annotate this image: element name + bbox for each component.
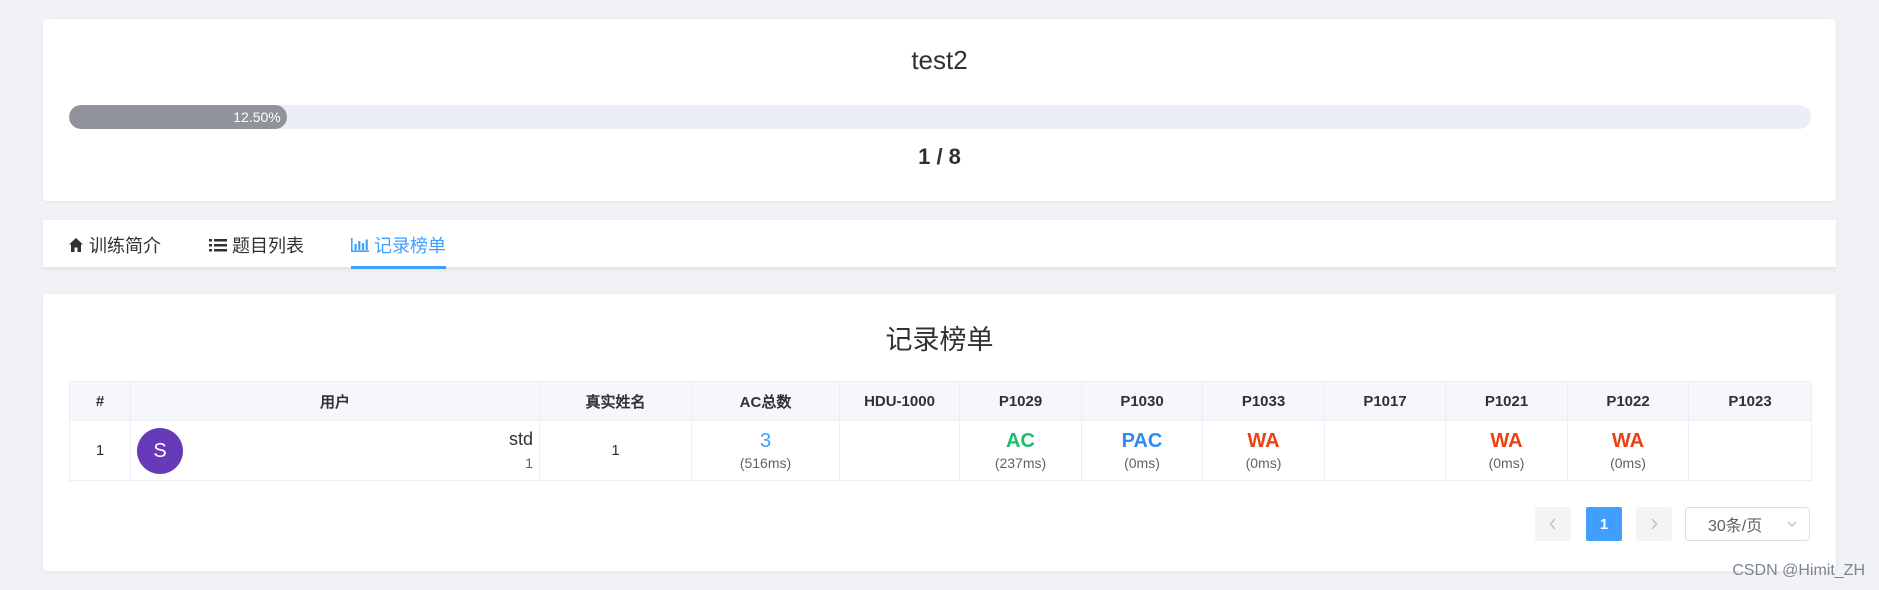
next-page-button[interactable]: [1636, 507, 1672, 541]
tab-problem-list-label: 题目列表: [232, 235, 304, 256]
progress-percent-label: 12.50%: [233, 109, 281, 125]
tab-intro[interactable]: 训练简介: [68, 220, 161, 269]
column-header-problem[interactable]: P1022: [1567, 381, 1689, 421]
column-header-rank: #: [69, 381, 131, 421]
problem-time: (0ms): [1488, 454, 1525, 471]
page-number-button[interactable]: 1: [1586, 507, 1622, 541]
problem-status-cell: WA (0ms): [1567, 420, 1689, 481]
progress-bar: 12.50%: [69, 105, 1811, 129]
progress-count: 1 / 8: [918, 144, 961, 169]
rank-card: 记录榜单 # 用户 真实姓名 AC总数 HDU-1000 P1029 P1030…: [43, 294, 1836, 571]
column-header-problem[interactable]: P1023: [1688, 381, 1812, 421]
problem-status-cell: WA (0ms): [1202, 420, 1325, 481]
active-tab-indicator: [351, 266, 446, 269]
rank-number: 1: [69, 420, 131, 481]
ac-total-cell: 3 (516ms): [691, 420, 840, 481]
column-header-ac-total: AC总数: [691, 381, 840, 421]
column-header-problem[interactable]: P1017: [1324, 381, 1446, 421]
tab-record-rank[interactable]: 记录榜单: [351, 220, 446, 269]
page-size-value: 30条/页: [1708, 518, 1763, 535]
username-link[interactable]: std: [509, 429, 533, 450]
tab-problem-list[interactable]: 题目列表: [209, 220, 304, 269]
ac-total-time: (516ms): [739, 454, 792, 471]
chevron-left-icon: [1549, 518, 1556, 530]
home-icon: [68, 237, 84, 253]
problem-status: WA: [1247, 429, 1280, 452]
progress-fill: 12.50%: [69, 105, 287, 129]
problem-time: (237ms): [994, 454, 1047, 471]
list-icon: [209, 237, 227, 253]
watermark: CSDN @Himit_ZH: [1732, 562, 1865, 579]
column-header-user: 用户: [130, 381, 540, 421]
problem-status-cell: WA (0ms): [1445, 420, 1568, 481]
prev-page-button[interactable]: [1535, 507, 1571, 541]
training-summary-card: test2 12.50% 1 / 8: [43, 19, 1836, 201]
problem-status: AC: [1006, 429, 1035, 452]
problem-time: (0ms): [1610, 454, 1646, 471]
ac-total-value[interactable]: 3: [692, 429, 839, 453]
chevron-down-icon: [1785, 517, 1799, 531]
table-row: 1 S std 1 1 3 (516ms) AC (237ms) PAC (0m…: [69, 420, 1812, 481]
problem-time: (0ms): [1124, 454, 1160, 471]
user-cell: S std 1: [130, 420, 540, 481]
column-header-problem[interactable]: P1021: [1445, 381, 1568, 421]
problem-status-cell: [1688, 420, 1812, 481]
user-subtitle: 1: [525, 455, 533, 471]
problem-time: (0ms): [1245, 454, 1282, 471]
rank-table: # 用户 真实姓名 AC总数 HDU-1000 P1029 P1030 P103…: [69, 381, 1812, 481]
realname-cell: 1: [539, 420, 692, 481]
column-header-problem[interactable]: P1030: [1081, 381, 1203, 421]
table-header-row: # 用户 真实姓名 AC总数 HDU-1000 P1029 P1030 P103…: [69, 381, 1812, 421]
problem-status: WA: [1611, 429, 1645, 452]
bar-chart-icon: [351, 237, 369, 253]
problem-status-cell: AC (237ms): [959, 420, 1082, 481]
problem-status: PAC: [1121, 429, 1163, 452]
avatar[interactable]: S: [137, 428, 183, 474]
training-title: test2: [911, 45, 968, 75]
tab-bar: 训练简介 题目列表 记录榜单: [43, 220, 1836, 269]
problem-status-cell: [1324, 420, 1446, 481]
column-header-problem[interactable]: P1033: [1202, 381, 1325, 421]
tab-record-rank-label: 记录榜单: [374, 235, 446, 256]
column-header-problem[interactable]: HDU-1000: [839, 381, 960, 421]
rank-title: 记录榜单: [885, 325, 994, 355]
column-header-realname: 真实姓名: [539, 381, 692, 421]
column-header-problem[interactable]: P1029: [959, 381, 1082, 421]
problem-status-cell: [839, 420, 960, 481]
problem-status: WA: [1490, 429, 1523, 452]
problem-status-cell: PAC (0ms): [1081, 420, 1203, 481]
page-size-select[interactable]: 30条/页: [1685, 507, 1810, 541]
tab-intro-label: 训练简介: [89, 235, 161, 256]
chevron-right-icon: [1651, 518, 1658, 530]
